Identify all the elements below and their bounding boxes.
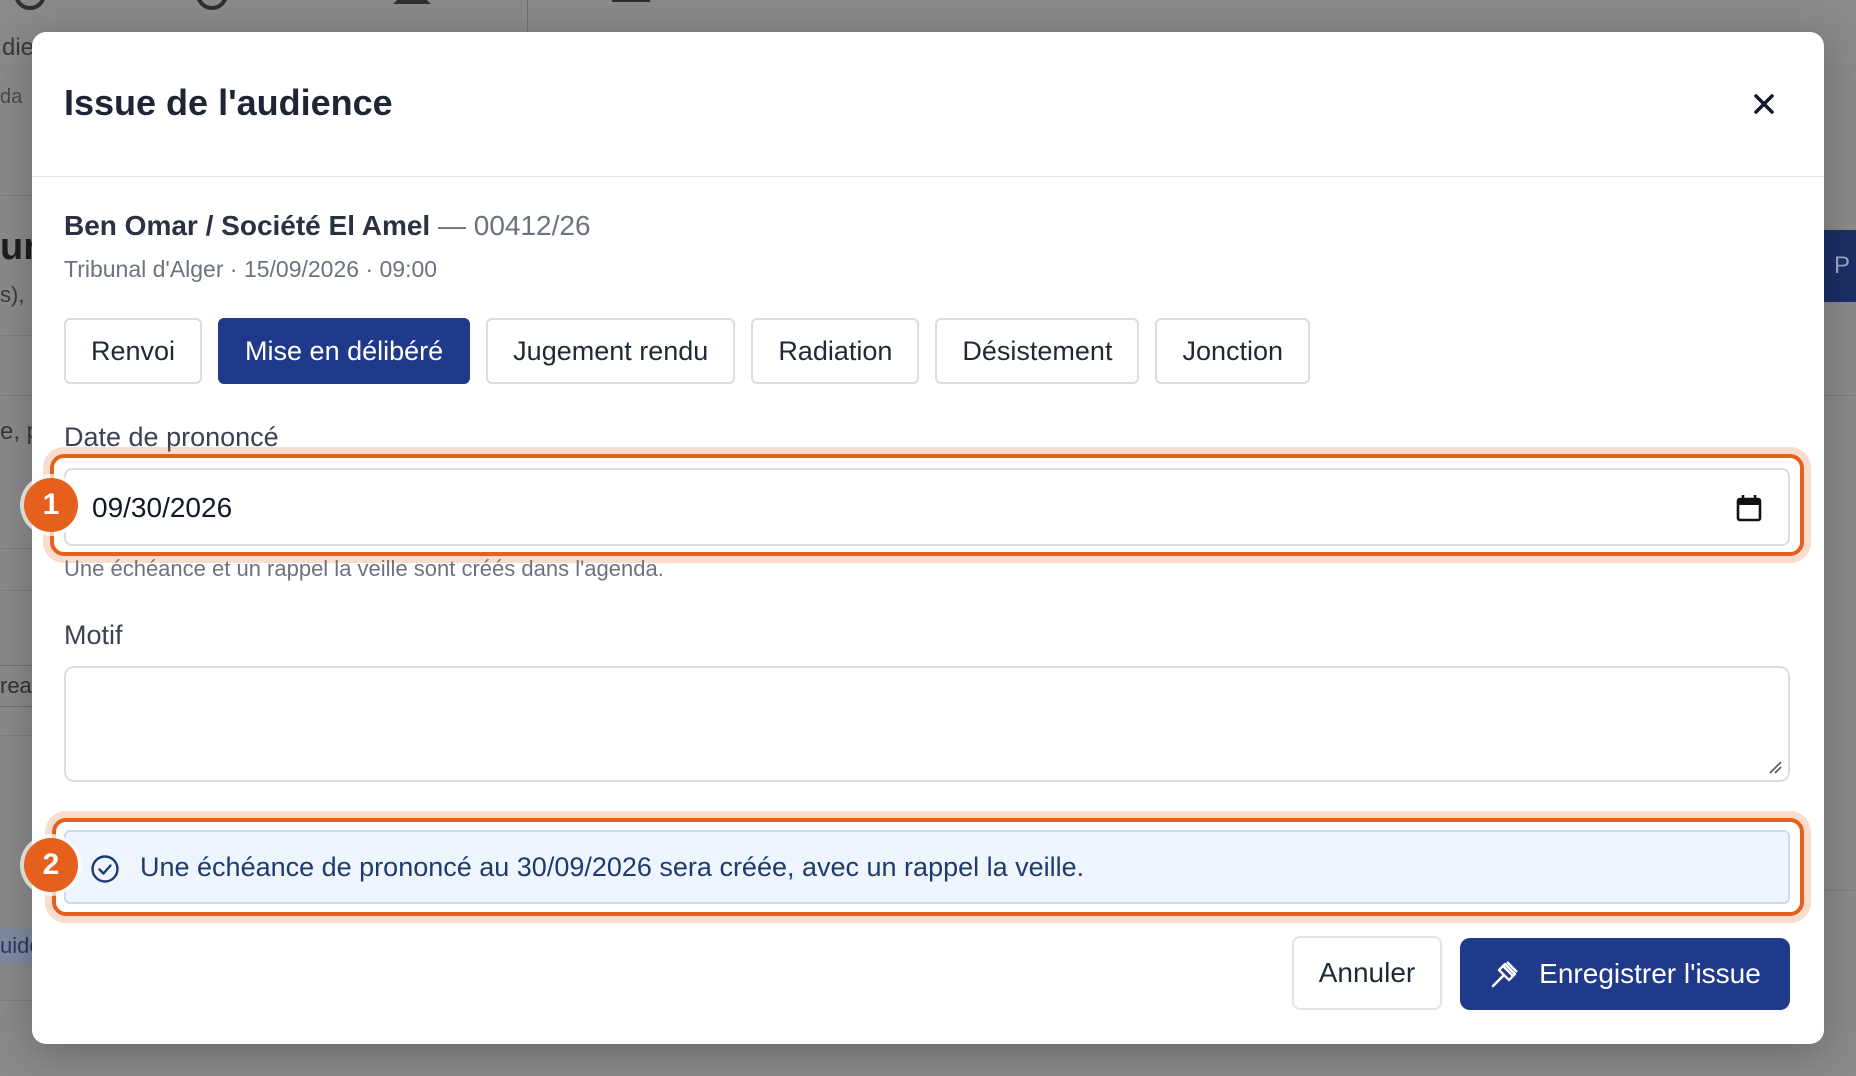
bg-text-4: s), [0,282,25,307]
save-button-label: Enregistrer l'issue [1539,958,1761,989]
case-meta: Tribunal d'Alger · 15/09/2026 · 09:00 [64,256,438,282]
highlight-date-field [50,454,1804,556]
bg-primary-button: P [1824,230,1856,302]
tab-mise-en-delibere[interactable]: Mise en délibéré [218,318,471,384]
tab-renvoi[interactable]: Renvoi [64,318,203,384]
search-icon [197,0,227,10]
highlight-info-notice [52,818,1804,916]
bg-input: rea [0,665,33,707]
case-separator: — [437,210,466,241]
case-number: 00412/26 [473,210,591,241]
cancel-button[interactable]: Annuler [1292,936,1442,1010]
bg-text-6: rea [0,673,32,698]
dialog-header: Issue de l'audience [32,32,1824,177]
close-icon [1754,94,1774,114]
outcome-tabs: Renvoi Mise en délibéré Jugement rendu R… [64,318,1311,384]
date-field-label: Date de prononcé [64,422,279,452]
resize-grip-icon[interactable] [1768,760,1782,774]
save-outcome-button[interactable]: Enregistrer l'issue [1460,938,1790,1010]
bg-text-2: da [0,86,23,108]
bg-chip: uido [0,928,32,964]
case-parties: Ben Omar / Société El Amel [64,210,431,241]
tab-jonction[interactable]: Jonction [1155,318,1311,384]
close-button[interactable] [1746,86,1782,122]
motif-field-label: Motif [64,620,123,650]
tab-jugement-rendu[interactable]: Jugement rendu [486,318,736,384]
date-field-hint: Une échéance et un rappel la veille sont… [64,556,664,581]
history-icon [15,0,45,10]
edit-icon [612,0,650,2]
dialog-title: Issue de l'audience [64,82,393,123]
gavel-icon [1491,961,1519,988]
bell-icon [393,0,431,4]
motif-textarea[interactable] [64,666,1790,782]
bg-text-1: die [2,34,35,61]
annotation-badge-2: 2 [24,838,78,892]
bg-text-7: uido [0,933,32,958]
annotation-badge-1: 1 [24,478,78,532]
tab-radiation[interactable]: Radiation [751,318,920,384]
tab-desistement[interactable]: Désistement [935,318,1140,384]
case-title: Ben Omar / Société El Amel — 00412/26 [64,210,591,242]
